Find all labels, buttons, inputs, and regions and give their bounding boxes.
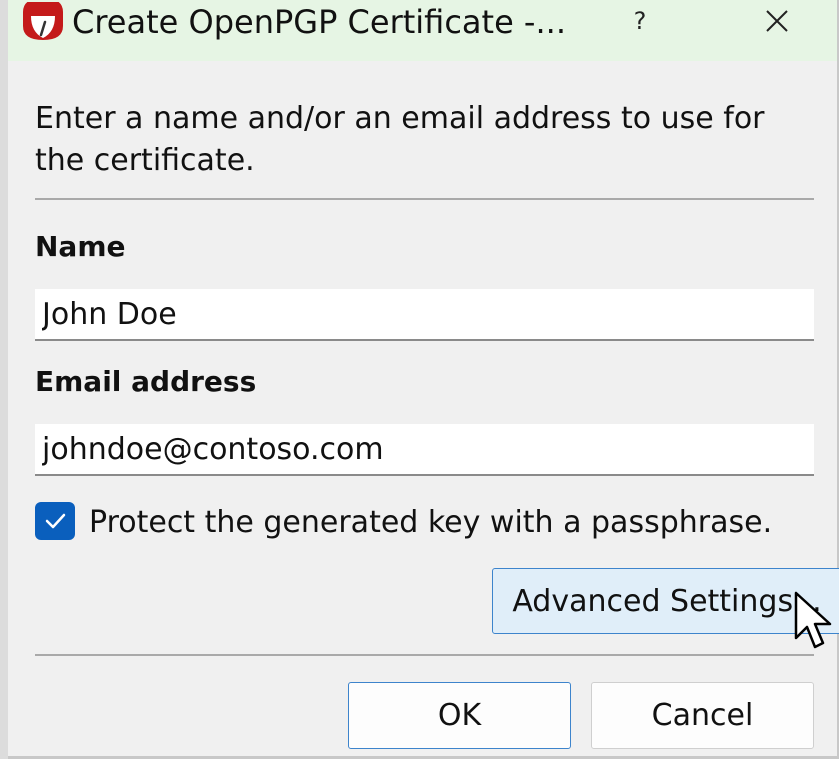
advanced-settings-button[interactable]: Advanced Settings...: [492, 568, 839, 634]
name-input[interactable]: [35, 289, 814, 341]
passphrase-checkbox[interactable]: [35, 502, 75, 540]
close-button[interactable]: [755, 0, 799, 42]
cancel-button[interactable]: Cancel: [591, 682, 814, 749]
email-label: Email address: [35, 365, 257, 398]
ok-button[interactable]: OK: [348, 682, 571, 749]
create-certificate-dialog: Create OpenPGP Certificate -... ? Enter …: [8, 0, 839, 759]
title-bar: Create OpenPGP Certificate -... ?: [8, 0, 837, 61]
button-divider: [35, 654, 814, 656]
divider: [35, 198, 814, 200]
instructions-text: Enter a name and/or an email address to …: [35, 101, 765, 178]
email-input[interactable]: [35, 424, 814, 476]
mouse-pointer-icon: [792, 590, 832, 654]
background-window-edge: [0, 0, 8, 759]
close-icon: [766, 10, 788, 32]
passphrase-checkbox-label[interactable]: Protect the generated key with a passphr…: [89, 503, 772, 543]
checkmark-icon: [45, 513, 66, 529]
app-icon: [21, 0, 65, 40]
name-label: Name: [35, 230, 126, 263]
window-title: Create OpenPGP Certificate -...: [72, 3, 566, 41]
help-button[interactable]: ?: [620, 2, 660, 40]
